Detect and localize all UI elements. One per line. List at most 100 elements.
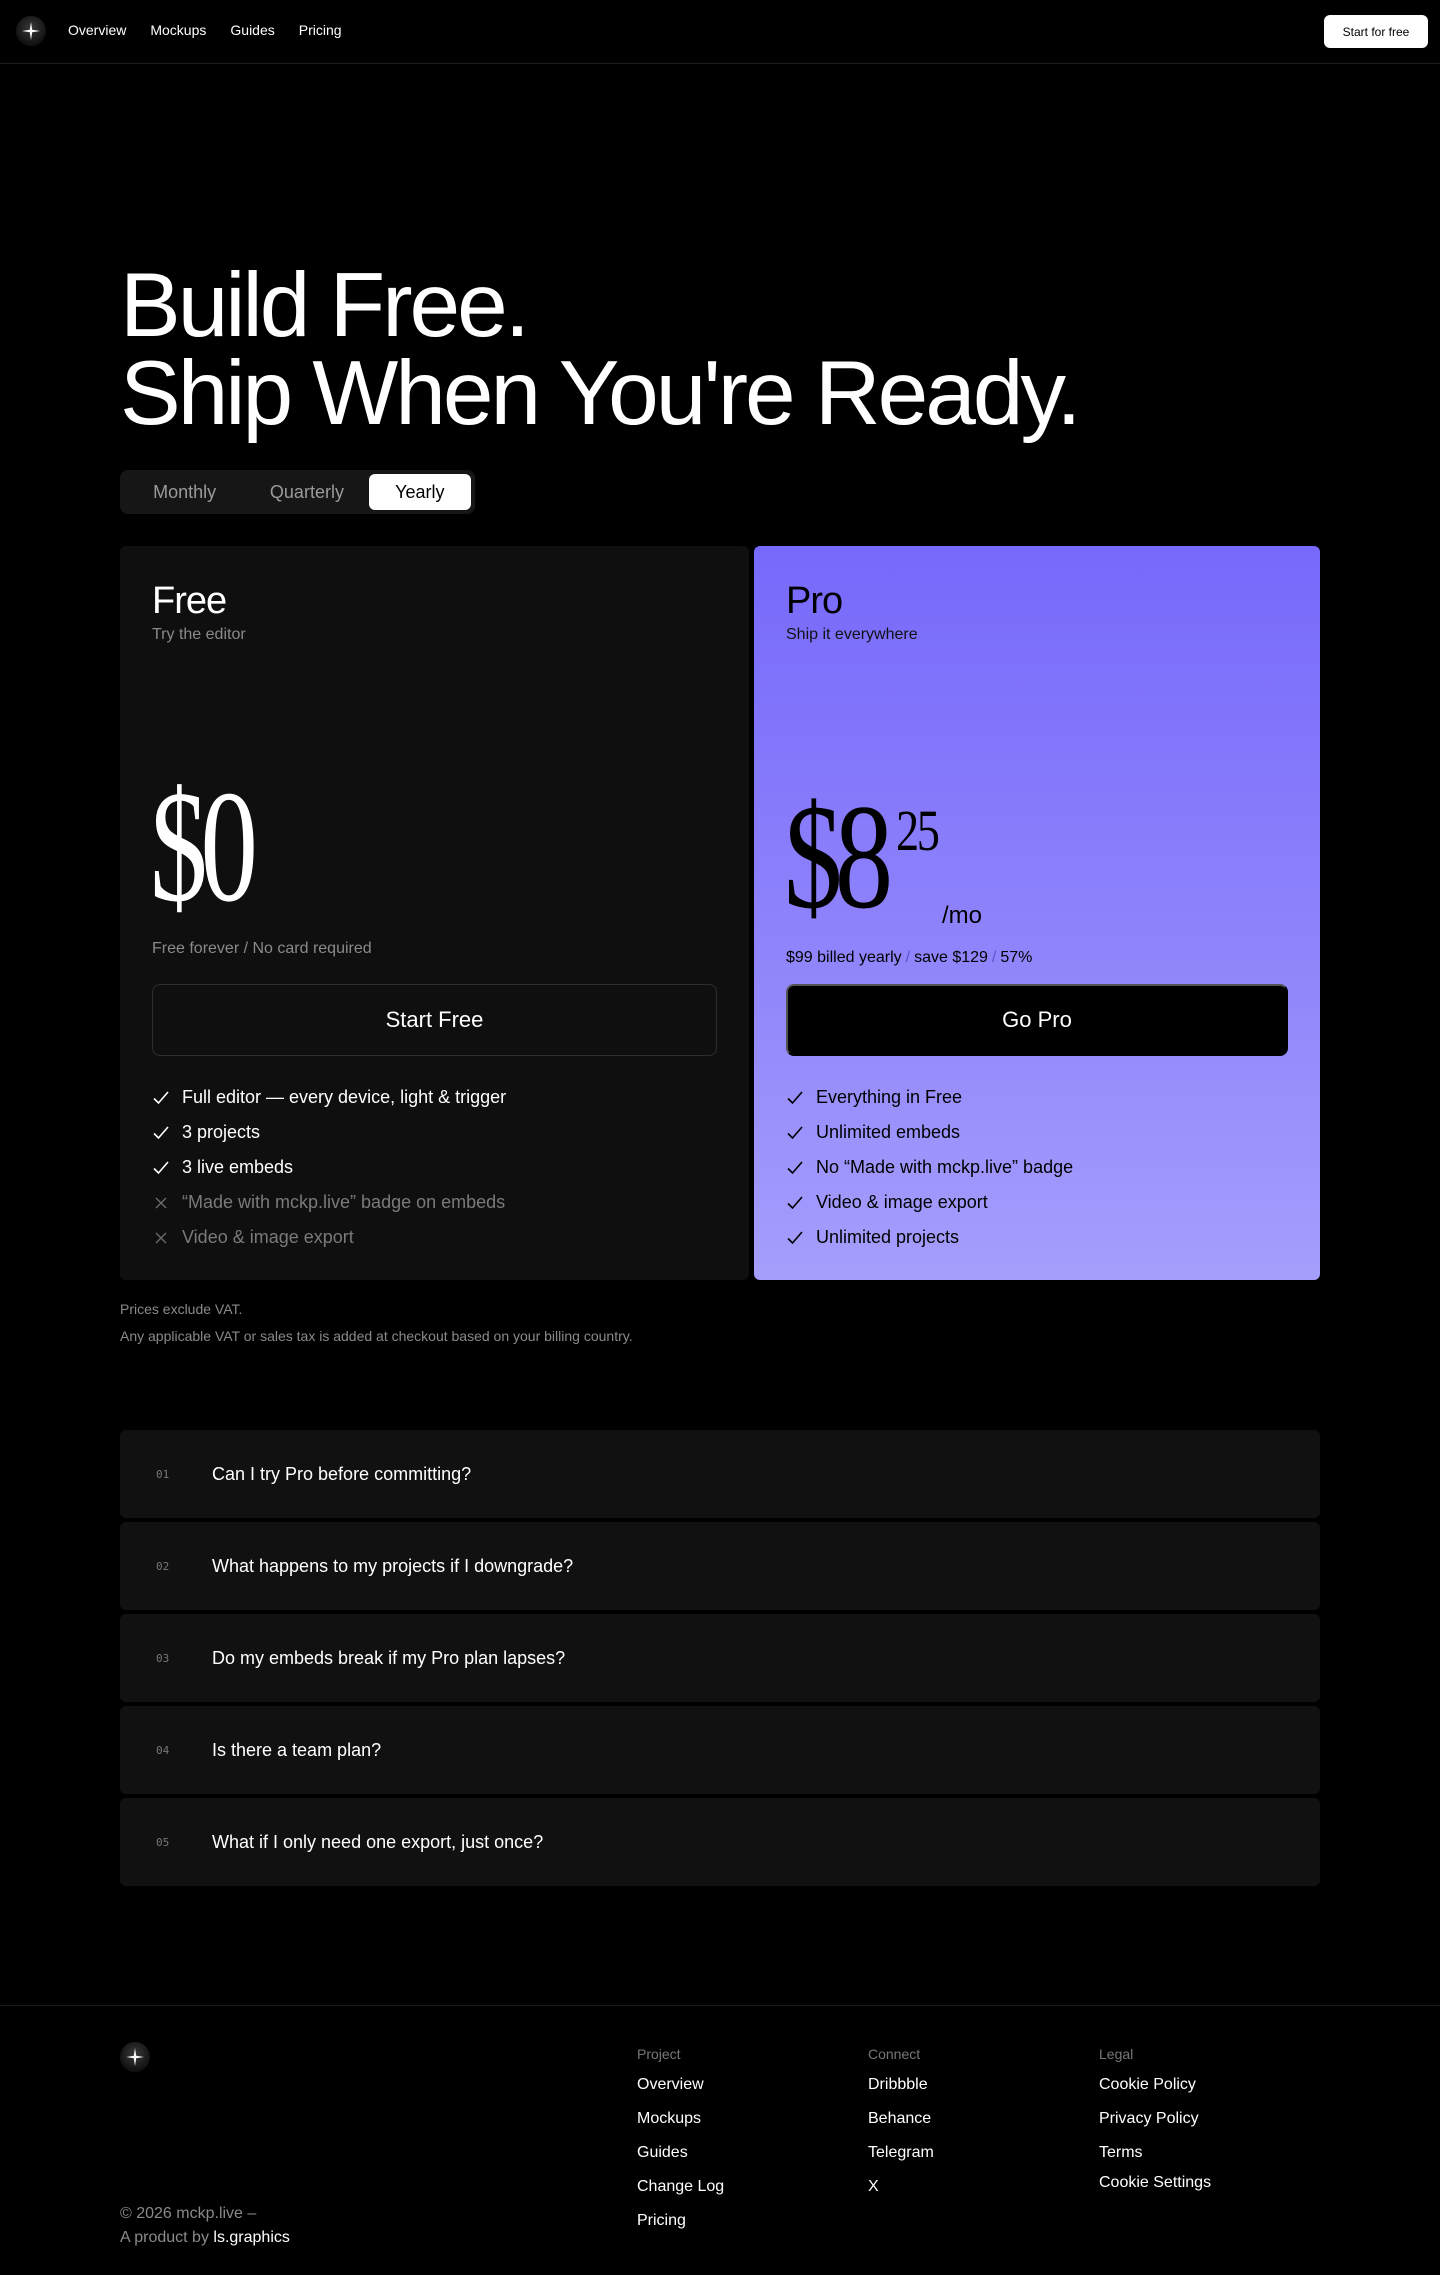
plan-price: $8 25 [784,782,948,932]
nav-link-pricing[interactable]: Pricing [299,22,342,38]
faq-question: What if I only need one export, just onc… [212,1831,544,1852]
feature-label: Video & image export [182,1227,354,1247]
billed-yearly: $99 billed yearly [786,949,902,966]
plan-card-free: Free Try the editor $0 Free forever / No… [120,546,749,1280]
vat-note: Prices exclude VAT. [120,1301,243,1317]
footer-link-dribbble[interactable]: Dribbble [868,2076,934,2110]
faq-number: 05 [156,1835,170,1849]
feature-label: Video & image export [816,1192,988,1212]
billing-info: $99 billed yearly / save $129/57% [786,949,1032,967]
nav-link-guides[interactable]: Guides [230,22,274,38]
feature-label: Full editor — every device, light & trig… [182,1087,507,1107]
top-nav: Overview Mockups Guides Pricing Start fo… [0,0,1440,64]
price-whole: $8 [784,774,893,940]
footer-link-cookie-policy[interactable]: Cookie Policy [1099,2076,1211,2110]
product-credit: A product by ls.graphics [120,2226,290,2250]
nav-link-overview[interactable]: Overview [68,22,126,38]
plan-name: Free [152,580,227,622]
list-item: Unlimited projects [786,1220,1073,1255]
faq-item[interactable]: 01 Can I try Pro before committing? [120,1430,1320,1518]
toggle-quarterly[interactable]: Quarterly [245,474,368,510]
cookie-settings-button[interactable]: Cookie Settings [1099,2174,1211,2192]
footer-link-guides[interactable]: Guides [637,2144,724,2178]
faq-number: 04 [156,1743,170,1757]
footer-link-telegram[interactable]: Telegram [868,2144,934,2178]
feature-label: Everything in Free [816,1087,963,1107]
footer-column-connect: Connect Dribbble Behance Telegram X [868,2046,934,2212]
faq-question: Is there a team plan? [212,1739,382,1760]
faq-item[interactable]: 03 Do my embeds break if my Pro plan lap… [120,1614,1320,1702]
list-item: Unlimited embeds [786,1115,1073,1150]
billing-period-toggle: Monthly Quarterly Yearly [120,470,475,514]
footer-link-privacy-policy[interactable]: Privacy Policy [1099,2110,1211,2144]
check-icon [152,1124,170,1142]
plan-price: $0 [150,757,258,935]
faq-item[interactable]: 04 Is there a team plan? [120,1706,1320,1794]
price-cents: 25 [896,798,940,863]
footer-link-x[interactable]: X [868,2178,934,2212]
feature-label: 3 projects [182,1122,261,1142]
product-credit-link[interactable]: ls.graphics [213,2229,289,2246]
footer-heading: Connect [868,2046,921,2062]
list-item: Full editor — every device, light & trig… [152,1080,506,1115]
footer-logo-sparkle-icon[interactable] [120,2042,150,2072]
feature-label: Unlimited embeds [816,1122,961,1142]
check-icon [786,1089,804,1107]
savings: save $129 [914,949,988,966]
list-item: No “Made with mckp.live” badge [786,1150,1073,1185]
list-item: “Made with mckp.live” badge on embeds [152,1185,506,1220]
plan-tagline: Try the editor [152,626,246,643]
footer-link-change-log[interactable]: Change Log [637,2178,724,2212]
feature-label: Unlimited projects [816,1227,960,1247]
check-icon [152,1159,170,1177]
start-free-button[interactable]: Start Free [152,984,717,1056]
faq-number: 01 [156,1467,170,1481]
list-item: 3 projects [152,1115,506,1150]
footer-link-mockups[interactable]: Mockups [637,2110,724,2144]
toggle-yearly[interactable]: Yearly [368,474,471,510]
product-credit-prefix: A product by [120,2229,209,2246]
check-icon [786,1194,804,1212]
free-feature-list: Full editor — every device, light & trig… [152,1080,506,1255]
page-title: Build Free. Ship When You're Ready. [120,255,1081,444]
faq-number: 03 [156,1651,170,1665]
page-title-line-2: Ship When You're Ready. [120,343,1081,444]
faq-question: Can I try Pro before committing? [212,1463,472,1484]
footer-column-legal: Legal Cookie Policy Privacy Policy Terms… [1099,2046,1211,2192]
pro-feature-list: Everything in Free Unlimited embeds No “… [786,1080,1073,1255]
plan-card-pro: Pro Ship it everywhere $8 25 /mo $99 bil… [754,546,1320,1280]
footer-link-pricing[interactable]: Pricing [637,2212,724,2246]
list-item: Video & image export [152,1220,506,1255]
cross-icon [152,1194,170,1212]
site-footer: © 2026 mckp.live – A product by ls.graph… [0,2005,1440,2275]
check-icon [786,1159,804,1177]
faq-item[interactable]: 05 What if I only need one export, just … [120,1798,1320,1886]
footer-link-overview[interactable]: Overview [637,2076,724,2110]
page-title-line-1: Build Free. [120,255,530,356]
go-pro-button[interactable]: Go Pro [786,984,1288,1056]
faq-list: 01 Can I try Pro before committing? 02 W… [120,1430,1320,1890]
check-icon [152,1089,170,1107]
start-for-free-button[interactable]: Start for free [1324,15,1428,48]
list-item: 3 live embeds [152,1150,506,1185]
faq-item[interactable]: 02 What happens to my projects if I down… [120,1522,1320,1610]
feature-label: No “Made with mckp.live” badge [816,1157,1074,1177]
feature-label: “Made with mckp.live” badge on embeds [182,1192,506,1212]
faq-number: 02 [156,1559,170,1573]
footer-heading: Project [637,2046,681,2062]
list-item: Everything in Free [786,1080,1073,1115]
footer-column-project: Project Overview Mockups Guides Change L… [637,2046,724,2246]
check-icon [786,1229,804,1247]
toggle-monthly[interactable]: Monthly [124,474,245,510]
footer-link-behance[interactable]: Behance [868,2110,934,2144]
discount-percent: 57% [1000,949,1033,966]
plan-tagline: Ship it everywhere [786,626,918,643]
copyright-text: © 2026 mckp.live – [120,2205,257,2222]
plan-name: Pro [786,580,843,622]
footer-link-terms[interactable]: Terms [1099,2144,1211,2178]
logo-sparkle-icon[interactable] [16,16,46,46]
copyright: © 2026 mckp.live – A product by ls.graph… [120,2202,290,2250]
separator: / [905,949,911,966]
nav-link-mockups[interactable]: Mockups [150,22,206,38]
faq-question: Do my embeds break if my Pro plan lapses… [212,1647,566,1668]
